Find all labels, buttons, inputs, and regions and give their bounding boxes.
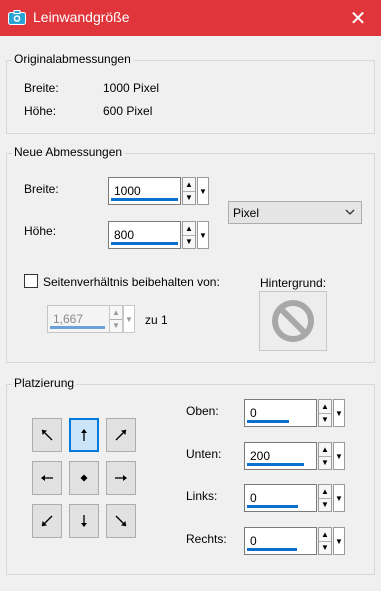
ratio-slider-bar[interactable] [50, 326, 105, 329]
background-label: Hintergrund: [260, 276, 327, 290]
unit-select-value: Pixel [233, 206, 260, 220]
placement-center-button[interactable] [69, 461, 99, 495]
placement-bottom-button[interactable] [69, 504, 99, 538]
new-height-stepper[interactable]: ▲ ▼ [182, 221, 196, 249]
placement-bottom-left-button[interactable] [32, 504, 62, 538]
arrow-up-icon[interactable]: ▲ [319, 443, 331, 457]
unit-select[interactable]: Pixel [228, 201, 362, 224]
arrow-down-icon [81, 515, 87, 527]
bottom-margin-slider-bar[interactable] [247, 463, 304, 466]
ratio-stepper[interactable]: ▲ ▼ [109, 305, 123, 333]
new-width-label: Breite: [24, 182, 59, 196]
arrow-up-left-icon [41, 429, 53, 441]
right-margin-value: 0 [250, 534, 257, 548]
original-dimensions-legend: Originalabmessungen [12, 52, 133, 66]
placement-legend: Platzierung [12, 376, 77, 390]
arrow-down-right-icon [115, 515, 127, 527]
placement-right-button[interactable] [106, 461, 136, 495]
background-color-swatch[interactable] [259, 291, 327, 351]
window-title: Leinwandgröße [33, 9, 130, 25]
arrow-up-icon[interactable]: ▲ [183, 222, 195, 236]
left-margin-slider-bar[interactable] [247, 505, 298, 508]
new-height-dropdown-icon[interactable]: ▼ [197, 221, 209, 249]
arrow-down-icon[interactable]: ▼ [319, 413, 331, 426]
arrow-left-icon [41, 475, 53, 481]
left-margin-input[interactable]: 0 [244, 484, 317, 512]
original-height-value: 600 Pixel [103, 104, 153, 118]
top-margin-input[interactable]: 0 [244, 399, 317, 427]
ratio-dropdown-icon[interactable]: ▼ [123, 305, 135, 333]
new-height-value: 800 [114, 228, 135, 242]
new-dimensions-legend: Neue Abmessungen [12, 145, 125, 159]
arrow-down-icon[interactable]: ▼ [183, 191, 195, 204]
arrow-up-icon[interactable]: ▲ [319, 485, 331, 499]
arrow-up-right-icon [115, 429, 127, 441]
arrow-up-icon[interactable]: ▲ [319, 400, 331, 414]
original-height-label: Höhe: [24, 104, 57, 118]
placement-bottom-right-button[interactable] [106, 504, 136, 538]
new-width-value: 1000 [114, 184, 141, 198]
new-width-slider-bar[interactable] [111, 198, 178, 201]
arrow-right-icon [115, 475, 127, 481]
title-bar: Leinwandgröße ✕ [0, 0, 381, 36]
no-color-icon [272, 300, 314, 342]
camera-icon [8, 10, 26, 25]
top-margin-slider-bar[interactable] [247, 420, 289, 423]
chevron-down-icon [345, 209, 355, 215]
bottom-margin-value: 200 [250, 449, 271, 463]
left-margin-stepper[interactable]: ▲ ▼ [318, 484, 332, 512]
new-width-stepper[interactable]: ▲ ▼ [182, 177, 196, 205]
bottom-margin-dropdown-icon[interactable]: ▼ [333, 442, 345, 470]
ratio-value: 1,667 [53, 312, 84, 326]
close-button[interactable]: ✕ [335, 0, 381, 36]
right-margin-input[interactable]: 0 [244, 527, 317, 555]
arrow-down-icon[interactable]: ▼ [183, 235, 195, 248]
arrow-down-icon[interactable]: ▼ [319, 456, 331, 469]
bottom-margin-label: Unten: [186, 447, 222, 461]
arrow-up-icon [81, 429, 87, 441]
original-width-value: 1000 Pixel [103, 81, 160, 95]
placement-top-button[interactable] [69, 418, 99, 452]
new-height-label: Höhe: [24, 224, 57, 238]
right-margin-stepper[interactable]: ▲ ▼ [318, 527, 332, 555]
arrow-down-icon[interactable]: ▼ [319, 541, 331, 554]
right-margin-dropdown-icon[interactable]: ▼ [333, 527, 345, 555]
center-dot-icon [80, 474, 88, 482]
new-height-slider-bar[interactable] [111, 242, 178, 245]
left-margin-value: 0 [250, 491, 257, 505]
arrow-down-icon[interactable]: ▼ [319, 498, 331, 511]
arrow-up-icon[interactable]: ▲ [319, 528, 331, 542]
original-dimensions-group [6, 60, 375, 134]
arrow-down-left-icon [41, 515, 53, 527]
new-width-dropdown-icon[interactable]: ▼ [197, 177, 209, 205]
original-width-label: Breite: [24, 81, 59, 95]
top-margin-value: 0 [250, 406, 257, 420]
left-margin-label: Links: [186, 489, 218, 503]
arrow-up-icon[interactable]: ▲ [183, 178, 195, 192]
right-margin-slider-bar[interactable] [247, 548, 297, 551]
placement-top-right-button[interactable] [106, 418, 136, 452]
arrow-down-icon[interactable]: ▼ [110, 319, 122, 332]
right-margin-label: Rechts: [186, 532, 227, 546]
bottom-margin-input[interactable]: 200 [244, 442, 317, 470]
bottom-margin-stepper[interactable]: ▲ ▼ [318, 442, 332, 470]
left-margin-dropdown-icon[interactable]: ▼ [333, 484, 345, 512]
new-width-input[interactable]: 1000 [108, 177, 181, 205]
top-margin-label: Oben: [186, 404, 219, 418]
ratio-suffix-label: zu 1 [145, 313, 168, 327]
placement-left-button[interactable] [32, 461, 62, 495]
arrow-up-icon[interactable]: ▲ [110, 306, 122, 320]
close-icon: ✕ [349, 7, 367, 30]
placement-top-left-button[interactable] [32, 418, 62, 452]
top-margin-stepper[interactable]: ▲ ▼ [318, 399, 332, 427]
keep-ratio-label: Seitenverhältnis beibehalten von: [43, 275, 220, 289]
top-margin-dropdown-icon[interactable]: ▼ [333, 399, 345, 427]
new-height-input[interactable]: 800 [108, 221, 181, 249]
keep-ratio-checkbox[interactable] [24, 274, 38, 288]
